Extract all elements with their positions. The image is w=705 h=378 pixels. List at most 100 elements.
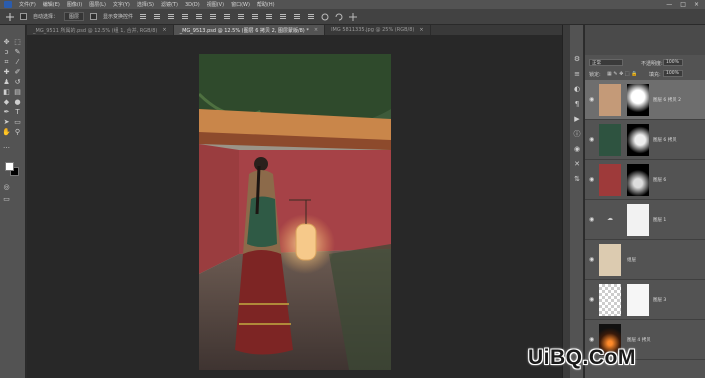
brush-icon[interactable]: ✐ (13, 68, 22, 76)
distribute-top-icon[interactable] (223, 13, 231, 21)
align-middle-icon[interactable] (153, 13, 161, 21)
menu-3d[interactable]: 3D(D) (185, 2, 200, 8)
dodge-icon[interactable]: ● (13, 98, 22, 106)
pen-icon[interactable]: ✒ (2, 108, 11, 116)
marquee-icon[interactable]: ⬚ (13, 38, 22, 46)
close-button[interactable]: × (694, 1, 699, 8)
align-bottom-icon[interactable] (167, 13, 175, 21)
tab-document-3[interactable]: IMG 5811335.jpg @ 25% (RGB/8) × (325, 25, 431, 35)
properties-icon[interactable]: ≡ (573, 70, 581, 78)
maximize-button[interactable]: □ (680, 1, 686, 8)
distribute-middle-icon[interactable] (237, 13, 245, 21)
layer-mask-thumbnail[interactable] (627, 124, 649, 156)
path-select-icon[interactable]: ➤ (2, 118, 11, 126)
auto-select-dropdown[interactable]: 图层 (64, 12, 85, 21)
layer-row[interactable]: ◉ 图层 6 拷贝 2 (585, 80, 705, 120)
visibility-eye-icon[interactable]: ◉ (589, 256, 594, 263)
screen-mode-icon[interactable]: ▭ (2, 195, 11, 203)
minimize-button[interactable]: — (666, 1, 672, 8)
layer-row[interactable]: ◉ 组层 (585, 240, 705, 280)
quick-select-icon[interactable]: ✎ (13, 48, 22, 56)
layer-row[interactable]: ◉ 图层 3 (585, 280, 705, 320)
layer-mask-thumbnail[interactable] (627, 284, 649, 316)
menu-edit[interactable]: 编辑(E) (43, 1, 60, 8)
gradient-icon[interactable]: ▤ (13, 88, 22, 96)
quick-mask-icon[interactable]: ◎ (2, 183, 11, 191)
layer-row[interactable]: ◉ 图层 6 拷贝 (585, 120, 705, 160)
info-icon[interactable]: ⓘ (573, 130, 581, 138)
eraser-icon[interactable]: ◧ (2, 88, 11, 96)
lasso-icon[interactable]: ↄ (2, 48, 11, 56)
distribute-center-icon[interactable] (279, 13, 287, 21)
panel-collapse-strip[interactable] (562, 25, 570, 378)
move-icon[interactable]: ✥ (2, 38, 11, 46)
menu-image[interactable]: 图像(I) (67, 1, 82, 8)
auto-align-icon[interactable] (307, 13, 315, 21)
tab-close-icon[interactable]: × (314, 27, 318, 33)
3d-pan-icon[interactable] (349, 12, 358, 21)
hand-icon[interactable]: ✋ (2, 128, 11, 136)
layer-row[interactable]: ◉ 图层 6 (585, 160, 705, 200)
visibility-eye-icon[interactable]: ◉ (589, 136, 594, 143)
adjustments-icon[interactable]: ◐ (573, 85, 581, 93)
tab-document-1[interactable]: _MG_9511 所属的.psd @ 12.5% (组 1, 合并, RGB/8… (27, 25, 174, 35)
align-center-icon[interactable] (195, 13, 203, 21)
healing-brush-icon[interactable]: ✚ (2, 68, 11, 76)
3d-mode-icon[interactable] (321, 13, 329, 21)
visibility-eye-icon[interactable]: ◉ (589, 176, 594, 183)
fill-input[interactable]: 100% (663, 70, 683, 77)
lock-icons[interactable]: ▦ ✎ ✥ ⬚ 🔒 (607, 71, 637, 77)
document-canvas-image[interactable] (199, 54, 391, 370)
layer-name[interactable]: 图层 1 (653, 217, 666, 223)
layer-name[interactable]: 图层 6 拷贝 (653, 137, 677, 143)
opacity-input[interactable]: 100% (663, 59, 683, 66)
visibility-eye-icon[interactable]: ◉ (589, 336, 594, 343)
show-transform-checkbox[interactable] (90, 13, 98, 20)
menu-view[interactable]: 视图(V) (207, 1, 224, 8)
auto-select-checkbox[interactable] (20, 13, 27, 20)
align-right-icon[interactable] (209, 13, 217, 21)
layer-mask-thumbnail[interactable] (627, 164, 649, 196)
visibility-eye-icon[interactable]: ◉ (589, 296, 594, 303)
color-icon[interactable]: ◉ (573, 145, 581, 153)
paragraph-icon[interactable]: ¶ (573, 100, 581, 108)
clone-stamp-icon[interactable]: ♟ (2, 78, 11, 86)
navigator-icon[interactable]: ⇅ (573, 175, 581, 183)
menu-select[interactable]: 选择(S) (137, 1, 154, 8)
align-top-icon[interactable] (139, 13, 147, 21)
tab-document-2[interactable]: _MG_9513.psd @ 12.5% (图层 6 拷贝 2, 图层蒙版/8)… (173, 25, 326, 35)
layer-mask-thumbnail[interactable] (627, 84, 649, 116)
move-tool-icon[interactable] (6, 12, 14, 21)
menu-window[interactable]: 窗口(W) (231, 1, 250, 8)
layer-name[interactable]: 图层 4 拷贝 (627, 337, 651, 343)
zoom-icon[interactable]: ⚲ (13, 128, 22, 136)
layer-name[interactable]: 图层 6 拷贝 2 (653, 97, 681, 103)
eyedropper-icon[interactable]: ⁄ (13, 58, 22, 66)
layer-mask-thumbnail[interactable] (627, 204, 649, 236)
visibility-eye-icon[interactable]: ◉ (589, 96, 594, 103)
actions-icon[interactable]: ▶ (573, 115, 581, 123)
tools-preset-icon[interactable]: ✕ (573, 160, 581, 168)
type-icon[interactable]: T (13, 108, 22, 116)
menu-file[interactable]: 文件(F) (19, 1, 36, 8)
history-icon[interactable]: ⚙ (573, 55, 581, 63)
menu-help[interactable]: 帮助(H) (257, 1, 275, 8)
tab-close-icon[interactable]: × (162, 27, 166, 33)
rectangle-icon[interactable]: ▭ (13, 118, 22, 126)
crop-icon[interactable]: ⌗ (2, 58, 11, 66)
3d-rotate-icon[interactable] (335, 13, 343, 21)
menu-type[interactable]: 文字(Y) (113, 1, 130, 8)
distribute-right-icon[interactable] (293, 13, 301, 21)
foreground-color-swatch[interactable] (5, 162, 14, 171)
layer-name[interactable]: 组层 (627, 257, 636, 263)
more-tools-icon[interactable]: … (2, 142, 11, 150)
distribute-left-icon[interactable] (265, 13, 273, 21)
history-brush-icon[interactable]: ↺ (13, 78, 22, 86)
menu-filter[interactable]: 滤镜(T) (161, 1, 178, 8)
tab-close-icon[interactable]: × (419, 27, 423, 33)
layer-name[interactable]: 图层 6 (653, 177, 666, 183)
layer-name[interactable]: 图层 3 (653, 297, 666, 303)
align-left-icon[interactable] (181, 13, 189, 21)
layer-row[interactable]: ◉ ☁ 图层 1 (585, 200, 705, 240)
distribute-bottom-icon[interactable] (251, 13, 259, 21)
